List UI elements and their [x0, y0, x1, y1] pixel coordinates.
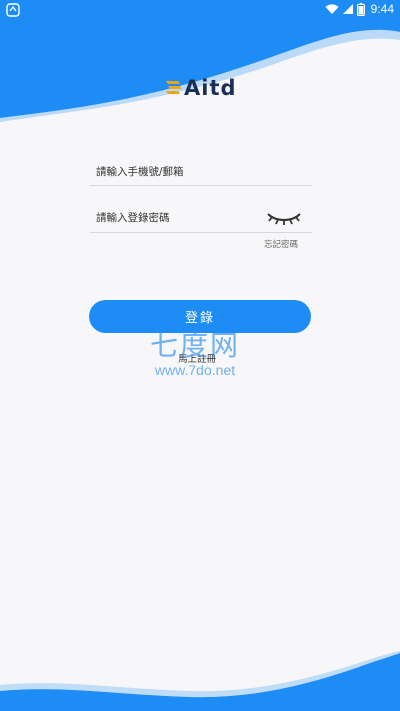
eye-closed-icon[interactable]: [266, 208, 302, 226]
app-logo: Aitd: [166, 76, 237, 100]
login-button[interactable]: 登錄: [89, 300, 311, 333]
password-field-container: [90, 206, 312, 233]
forgot-password-link[interactable]: 忘記密碼: [264, 238, 298, 250]
phone-email-field-container: [90, 160, 312, 186]
footer-wave: [0, 651, 400, 711]
phone-email-input[interactable]: [90, 161, 266, 183]
status-bar: 9:44: [0, 0, 400, 20]
battery-icon: [356, 2, 365, 16]
signal-icon: [342, 4, 353, 14]
logo-text: Aitd: [184, 76, 237, 100]
password-input[interactable]: [90, 207, 266, 229]
logo-stripes-icon: [166, 81, 182, 94]
wifi-icon: [325, 4, 339, 14]
status-time: 9:44: [370, 2, 394, 16]
register-link[interactable]: 馬上註冊: [178, 351, 216, 365]
app-notification-icon: [6, 3, 20, 17]
